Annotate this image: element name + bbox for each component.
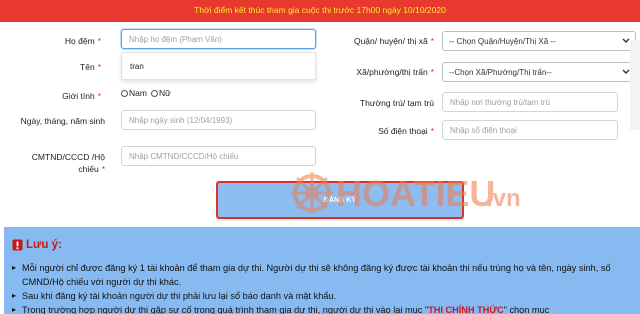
gender-radio-group: Nam Nữ — [121, 88, 175, 98]
middle-name-label: Họ đệm * — [64, 36, 101, 46]
autocomplete-dropdown[interactable]: tran — [121, 52, 316, 80]
middle-name-input[interactable] — [121, 29, 316, 49]
ward-label: Xã/phường/thị trấn * — [356, 67, 434, 77]
phone-label: Số điện thoại * — [378, 126, 434, 136]
notice-item: Mỗi người chỉ được đăng ký 1 tài khoản đ… — [12, 261, 636, 289]
residence-input[interactable] — [442, 92, 618, 112]
first-name-label: Tên * — [80, 62, 101, 72]
page-edge-strip — [630, 40, 640, 130]
gender-label: Giới tính * — [62, 91, 101, 101]
gender-male-option[interactable]: Nam — [121, 88, 147, 98]
wheel-logo-icon — [291, 172, 333, 214]
id-card-input[interactable] — [121, 146, 316, 166]
autocomplete-item[interactable]: tran — [130, 62, 144, 71]
gender-female-option[interactable]: Nữ — [150, 88, 171, 98]
notice-item: Trong trường hợp người dự thi gặp sự cố … — [12, 303, 636, 314]
radio-male[interactable] — [121, 89, 128, 97]
ward-select[interactable]: --Chọn Xã/Phường/Thị trấn-- — [442, 62, 636, 82]
watermark-main-text: HOATIEU — [336, 173, 495, 214]
phone-input[interactable] — [442, 120, 618, 140]
deadline-banner: Thời điểm kết thúc tham gia cuộc thi trư… — [0, 0, 640, 22]
hoatieu-watermark: HOATIEU .vn — [291, 172, 520, 214]
radio-female[interactable] — [150, 89, 158, 97]
notice-title: Lưu ý: — [26, 239, 62, 251]
district-select[interactable]: -- Chọn Quận/Huyện/Thị Xã -- — [442, 31, 636, 51]
residence-label: Thường trú/ tạm trú — [359, 98, 434, 108]
birthdate-label: Ngày, tháng, năm sinh — [20, 116, 105, 126]
notice-header: Lưu ý: — [12, 239, 62, 251]
official-exam-link[interactable]: THI CHÍNH THỨC — [428, 305, 504, 314]
watermark-suffix-text: .vn — [486, 185, 520, 212]
deadline-text: Thời điểm kết thúc tham gia cuộc thi trư… — [194, 5, 446, 15]
id-card-label: CMTND/CCCD /Hộ chiếu * — [31, 152, 105, 174]
notice-item: Sau khi đăng ký tài khoản người dự thi p… — [12, 289, 636, 303]
notice-list: Mỗi người chỉ được đăng ký 1 tài khoản đ… — [12, 261, 636, 314]
birthdate-input[interactable] — [121, 110, 316, 130]
notice-panel: Lưu ý: Mỗi người chỉ được đăng ký 1 tài … — [4, 227, 640, 314]
warning-icon — [12, 239, 23, 251]
district-label: Quận/ huyện/ thị xã * — [353, 36, 434, 46]
